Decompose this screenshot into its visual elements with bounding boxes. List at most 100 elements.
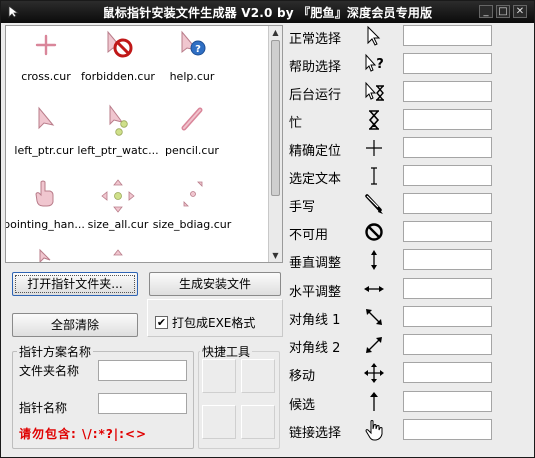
text-beam-icon (371, 167, 377, 185)
cursor-role-label: 垂直调整 (289, 256, 342, 271)
file-name: size_bdiag.cur (152, 218, 232, 231)
title-bar[interactable]: 鼠标指针安装文件生成器 V2.0 by 『肥鱼』深度会员专用版 _ □ ✕ (1, 1, 534, 23)
file-name: pencil.cur (165, 144, 219, 157)
cursor-row-precision: 精确定位 (289, 137, 499, 159)
scroll-up-arrow-icon[interactable]: ▲ (269, 26, 282, 39)
cursor-row-diagonal-2: 对角线 2 (289, 334, 499, 356)
cross-cursor-icon (35, 34, 57, 56)
left-pointer-cursor-icon (38, 106, 55, 130)
link-hand-icon (365, 420, 383, 441)
cursor-role-label: 选定文本 (289, 172, 342, 187)
folder-name-label: 文件夹名称 (19, 364, 80, 378)
cursor-role-label: 帮助选择 (289, 60, 342, 75)
cursor-role-label: 移动 (289, 369, 316, 384)
forbidden-cursor-icon (107, 30, 133, 58)
scroll-thumb[interactable] (271, 40, 280, 196)
pack-exe-label: 打包成EXE格式 (172, 315, 256, 330)
cursor-file-field[interactable] (403, 278, 492, 299)
move-icon (364, 363, 384, 383)
tool-slot[interactable] (241, 359, 275, 393)
partial-cursor-icon (113, 249, 123, 256)
file-list-scrollbar[interactable]: ▲ ▼ (268, 26, 282, 262)
cursor-file-field[interactable] (403, 221, 492, 242)
cursor-file-field[interactable] (403, 25, 492, 46)
cursor-role-label: 忙 (289, 116, 303, 131)
cursor-file-field[interactable] (403, 109, 492, 130)
help-cursor-icon: ? (181, 30, 206, 56)
cursor-file-field[interactable] (403, 419, 492, 440)
tool-slot[interactable] (202, 405, 236, 439)
minimize-button[interactable]: _ (479, 5, 493, 18)
cursor-role-label: 水平调整 (289, 285, 342, 300)
cursor-file-field[interactable] (403, 53, 492, 74)
open-folder-button[interactable]: 打开指针文件夹... (12, 272, 138, 296)
pointer-name-label: 指针名称 (19, 401, 68, 415)
cursor-file-field[interactable] (403, 391, 492, 412)
cursor-role-label: 对角线 1 (289, 313, 341, 328)
main-window: 鼠标指针安装文件生成器 V2.0 by 『肥鱼』深度会员专用版 _ □ ✕ cr… (0, 0, 535, 458)
maximize-button[interactable]: □ (496, 5, 510, 18)
handwriting-pen-icon (365, 194, 383, 214)
cursor-role-label: 对角线 2 (289, 341, 341, 356)
vertical-resize-icon (371, 250, 377, 270)
arrow-cursor-icon (367, 25, 381, 46)
cursor-role-label: 不可用 (289, 228, 329, 243)
tool-slot[interactable] (202, 359, 236, 393)
window-title: 鼠标指针安装文件生成器 V2.0 by 『肥鱼』深度会员专用版 (102, 6, 433, 20)
file-name: help.cur (169, 70, 215, 83)
pack-exe-option[interactable]: ✔ 打包成EXE格式 (155, 313, 255, 331)
tool-slot[interactable] (241, 405, 275, 439)
cursor-file-field[interactable] (403, 306, 492, 327)
pencil-cursor-icon (181, 107, 203, 131)
close-button[interactable]: ✕ (513, 5, 527, 18)
cursor-file-field[interactable] (403, 137, 492, 158)
alternate-select-icon (370, 392, 378, 411)
cursor-row-diagonal-1: 对角线 1 (289, 306, 499, 328)
cursor-role-label: 手写 (289, 200, 316, 215)
cursor-row-busy: 忙 (289, 109, 499, 131)
pack-exe-checkbox[interactable]: ✔ (155, 315, 168, 329)
cursor-row-horizontal-resize: 水平调整 (289, 278, 499, 300)
size-bdiag-cursor-icon (183, 181, 203, 207)
cursor-row-vertical-resize: 垂直调整 (289, 249, 499, 271)
cursor-role-label: 精确定位 (289, 144, 342, 159)
file-item-partial[interactable] (74, 248, 162, 262)
file-item-size-bdiag[interactable]: size_bdiag.cur (148, 176, 236, 246)
cursor-row-alternate: 候选 (289, 391, 499, 413)
cursor-file-field[interactable] (403, 334, 492, 355)
busy-hourglass-icon (368, 110, 380, 130)
scroll-down-arrow-icon[interactable]: ▼ (269, 249, 282, 262)
cursor-file-field[interactable] (403, 249, 492, 270)
help-select-cursor-icon: ? (365, 53, 384, 72)
unavailable-icon (365, 223, 383, 241)
cursor-row-text-select: 选定文本 (289, 165, 499, 187)
left-pointer-watch-cursor-icon (109, 104, 128, 136)
cursor-row-normal-select: 正常选择 (289, 25, 499, 47)
pointer-name-input[interactable] (98, 393, 187, 414)
svg-text:?: ? (195, 44, 201, 55)
cursor-row-unavailable: 不可用 (289, 221, 499, 243)
folder-name-input[interactable] (98, 360, 187, 381)
generate-button[interactable]: 生成安装文件 (149, 272, 281, 296)
diagonal-resize-2-icon (366, 337, 382, 353)
partial-cursor-icon (39, 248, 51, 262)
cursor-file-field[interactable] (403, 362, 492, 383)
file-item-pencil[interactable]: pencil.cur (148, 102, 236, 172)
svg-text:?: ? (376, 57, 384, 72)
clear-all-button[interactable]: 全部清除 (12, 313, 138, 337)
cursor-row-background: 后台运行 (289, 81, 499, 103)
file-item-help[interactable]: ? help.cur (148, 28, 236, 98)
scheme-group-title: 指针方案名称 (17, 343, 94, 360)
cursor-file-field[interactable] (403, 165, 492, 186)
cursor-role-label: 链接选择 (289, 426, 342, 441)
diagonal-resize-1-icon (366, 309, 382, 325)
cursor-row-handwriting: 手写 (289, 193, 499, 215)
size-all-cursor-icon (101, 179, 135, 213)
cursor-row-move: 移动 (289, 362, 499, 384)
invalid-chars-warning: 请勿包含: \/:*?|:<> (19, 427, 148, 441)
cursor-row-link-select: 链接选择 (289, 419, 499, 441)
cursor-file-field[interactable] (403, 81, 492, 102)
cursor-file-list[interactable]: cross.cur forbidden.cur ? help.cur left_… (5, 25, 283, 263)
cursor-role-label: 候选 (289, 398, 316, 413)
cursor-file-field[interactable] (403, 193, 492, 214)
